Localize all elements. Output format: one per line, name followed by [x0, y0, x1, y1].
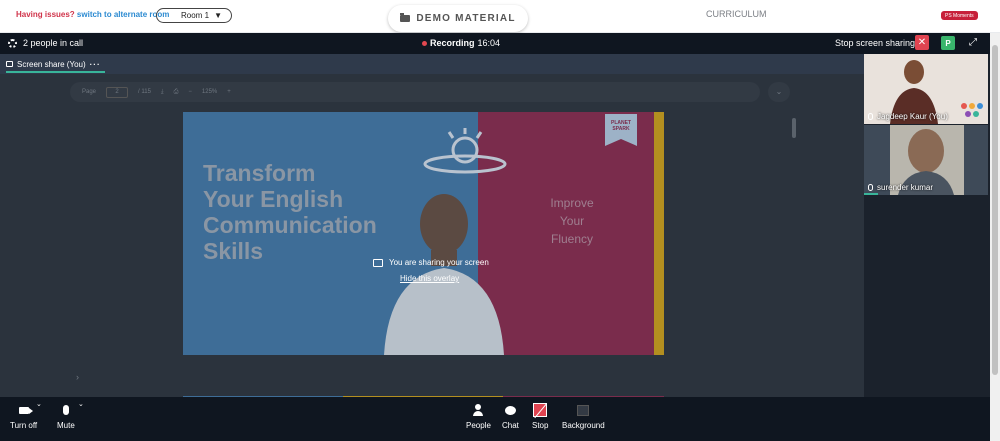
stop-sharing-button[interactable]: ✕: [915, 35, 929, 50]
print-icon[interactable]: ⎙: [174, 89, 179, 96]
tab-label: Screen share (You): [17, 59, 86, 69]
download-icon[interactable]: ⤓: [161, 89, 164, 96]
call-controls: Turn off ⌄ Mute ⌄ People Chat Stop Backg…: [0, 397, 990, 441]
background-label: Background: [562, 421, 605, 430]
people-button[interactable]: People: [466, 401, 491, 430]
zoom-in-icon[interactable]: +: [227, 89, 231, 95]
page-number-input[interactable]: 2: [106, 86, 129, 98]
video-panel: Jagdeep Kaur (You) surender kumar: [864, 54, 990, 397]
gear-icon[interactable]: [8, 38, 17, 48]
fullscreen-icon[interactable]: ⤢: [967, 37, 979, 49]
recording-time: 16:04: [477, 38, 501, 48]
zoom-level: 125%: [201, 89, 218, 95]
people-label: People: [466, 421, 491, 430]
sharing-overlay-text: You are sharing your screen: [389, 258, 489, 267]
room-select[interactable]: Room 1 ▼: [156, 8, 232, 23]
presenter-photo: [384, 194, 504, 355]
sharing-overlay-message: You are sharing your screen: [373, 258, 489, 267]
turn-off-camera-button[interactable]: Turn off: [10, 401, 37, 430]
participant-tile[interactable]: surender kumar: [864, 125, 988, 195]
issues-question: Having issues?: [16, 10, 75, 19]
page-total: / 115: [138, 89, 151, 95]
chat-button[interactable]: Chat: [502, 401, 519, 430]
recording-dot-icon: [422, 40, 427, 46]
monitor-icon: [373, 258, 383, 267]
microphone-icon: [62, 405, 69, 415]
people-count-label: 2 people in call: [23, 38, 84, 48]
issues-notice: Having issues? switch to alternate room: [16, 10, 169, 19]
camera-icon: [18, 406, 33, 414]
hide-overlay-link[interactable]: Hide this overlay: [400, 274, 459, 283]
more-options-icon[interactable]: ···: [90, 60, 101, 69]
chat-label: Chat: [502, 421, 519, 430]
participant-name-label: surender kumar: [877, 183, 934, 192]
folder-icon: [400, 13, 411, 22]
mute-label: Mute: [57, 421, 75, 430]
chevron-down-icon[interactable]: ⌄: [36, 400, 42, 408]
background-button[interactable]: Background: [562, 401, 605, 430]
ps-moments-badge[interactable]: PS Moments: [941, 11, 978, 20]
mic-icon: [868, 184, 873, 191]
slide-page: Transform Your English Communication Ski…: [183, 112, 664, 355]
demo-material-button[interactable]: DEMO MATERIAL: [388, 5, 528, 32]
slide-tagline: Improve Your Fluency: [550, 196, 594, 246]
call-header: 2 people in call Recording 16:04 Stop sc…: [0, 33, 990, 54]
slide-headline: Transform Your English Communication Ski…: [203, 160, 377, 264]
tab-bar: Screen share (You) ···: [0, 54, 864, 74]
room-select-value: Room 1: [181, 11, 210, 20]
curriculum-tab[interactable]: CURRICULUM: [706, 9, 767, 19]
participant-name: surender kumar: [868, 183, 933, 192]
call-window: 2 people in call Recording 16:04 Stop sc…: [0, 33, 990, 441]
stop-label: Stop: [532, 421, 549, 430]
turn-off-label: Turn off: [10, 421, 38, 430]
screen-icon: [6, 61, 13, 67]
splash-doodle: [423, 128, 507, 174]
chevron-right-icon[interactable]: ›: [76, 372, 79, 382]
pdf-scrollbar[interactable]: [792, 118, 796, 138]
page-scrollbar[interactable]: [990, 33, 1000, 441]
participant-tile[interactable]: Jagdeep Kaur (You): [864, 54, 988, 124]
background-icon: [577, 404, 590, 416]
people-icon: [473, 404, 484, 416]
stop-sharing-label: Stop screen sharing: [835, 38, 916, 48]
close-icon: ✕: [917, 37, 927, 48]
chevron-down-icon[interactable]: ⌄: [768, 82, 790, 102]
page-scrollbar-thumb[interactable]: [992, 45, 998, 375]
participant-name: Jagdeep Kaur (You): [868, 112, 948, 121]
page-label: Page: [82, 89, 97, 95]
slide-gold-stripe: [654, 112, 664, 355]
recording-label: Recording: [430, 38, 475, 48]
caret-down-icon: ▼: [214, 11, 222, 20]
pdf-toolbar: Page 2 / 115 ⤓ ⎙ − 125% +: [70, 82, 760, 102]
participant-name-label: Jagdeep Kaur (You): [877, 112, 948, 121]
page-topbar: Having issues? switch to alternate room …: [0, 0, 1000, 32]
app-root: Having issues? switch to alternate room …: [0, 0, 1000, 441]
speaking-indicator: [864, 193, 878, 195]
zoom-out-icon[interactable]: −: [188, 89, 192, 95]
chevron-down-icon[interactable]: ⌄: [78, 400, 84, 408]
stop-share-control-button[interactable]: Stop: [532, 401, 548, 430]
ps-moments-label: PS Moments: [945, 12, 974, 19]
recording-indicator: Recording 16:04: [422, 38, 500, 48]
p-button[interactable]: P: [941, 36, 955, 50]
stop-share-icon: [533, 403, 548, 417]
chat-icon: [504, 405, 516, 415]
people-count: 2 people in call: [8, 38, 83, 48]
mute-button[interactable]: Mute: [57, 401, 75, 430]
demo-material-label: DEMO MATERIAL: [416, 13, 516, 24]
mic-icon: [868, 113, 873, 120]
tab-screen-share[interactable]: Screen share (You) ···: [6, 57, 105, 73]
screen-share-area: Page 2 / 115 ⤓ ⎙ − 125% + ⌄ › Transform …: [0, 74, 864, 397]
